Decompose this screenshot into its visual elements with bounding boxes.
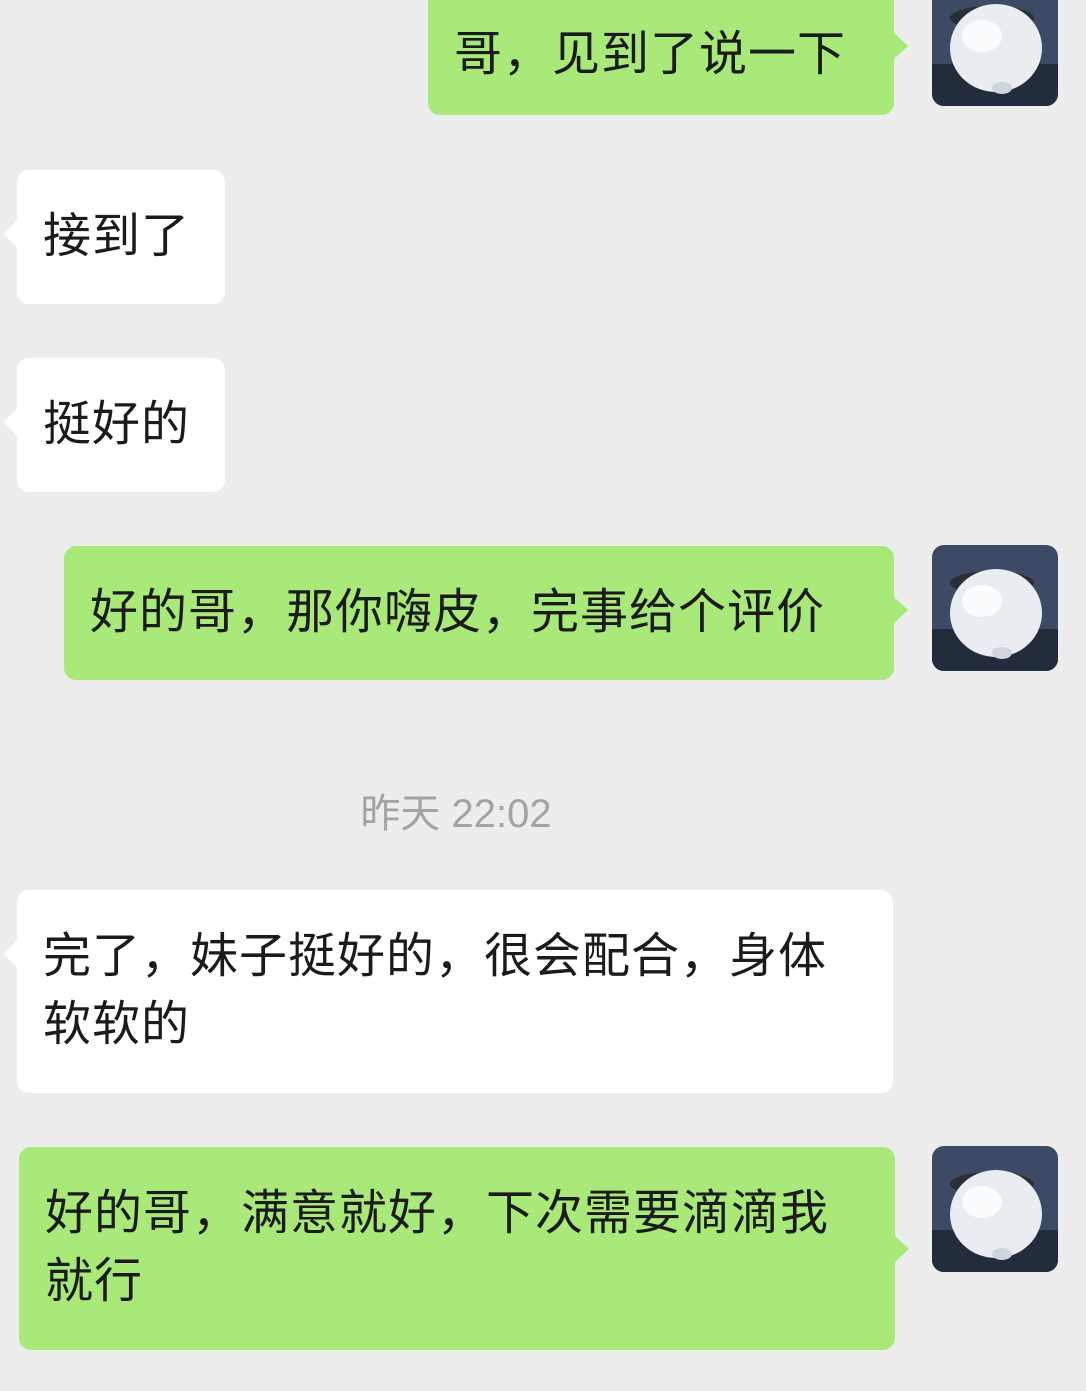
outgoing-message-bubble[interactable]: 好的哥，那你嗨皮，完事给个评价	[64, 546, 908, 680]
user-avatar[interactable]	[932, 1146, 1058, 1272]
outgoing-message-bubble[interactable]: 好的哥，满意就好，下次需要滴滴我就行	[19, 1147, 909, 1350]
white-penguin-avatar-icon	[932, 545, 1058, 671]
message-text: 哥，见到了说一下	[454, 26, 847, 82]
white-penguin-avatar-icon	[932, 0, 1058, 106]
message-text: 挺好的	[43, 396, 191, 452]
message-text: 接到了	[43, 208, 191, 264]
message-text: 好的哥，那你嗨皮，完事给个评价	[90, 584, 826, 640]
message-text: 完了，妹子挺好的，很会配合，身体软软的	[43, 928, 828, 1052]
incoming-message-bubble[interactable]: 完了，妹子挺好的，很会配合，身体软软的	[3, 890, 893, 1093]
user-avatar[interactable]	[932, 0, 1058, 106]
white-penguin-avatar-icon	[932, 1146, 1058, 1272]
user-avatar[interactable]	[932, 545, 1058, 671]
message-text: 好的哥，满意就好，下次需要滴滴我就行	[45, 1185, 830, 1309]
chat-timestamp: 昨天 22:02	[360, 792, 552, 836]
outgoing-message-bubble[interactable]: 哥，见到了说一下	[428, 0, 908, 115]
incoming-message-bubble[interactable]: 挺好的	[3, 358, 225, 492]
incoming-message-bubble[interactable]: 接到了	[3, 170, 225, 304]
